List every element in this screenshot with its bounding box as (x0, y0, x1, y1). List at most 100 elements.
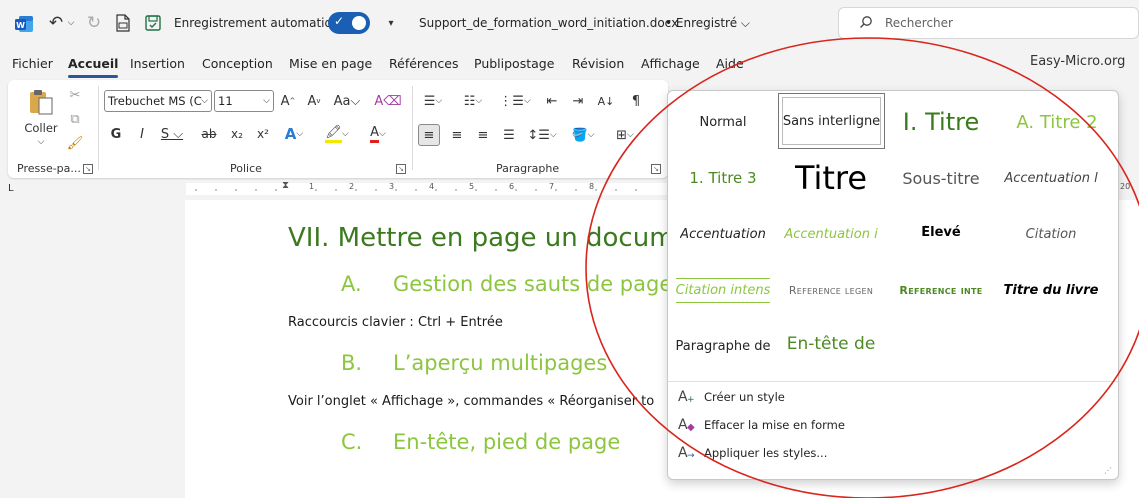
ruler-number: 2 (349, 182, 355, 191)
tab-revision[interactable]: Révision (572, 54, 624, 74)
underline-icon[interactable]: S ⌵ (160, 124, 184, 144)
command-label: Effacer la mise en forme (704, 418, 845, 432)
style-accentuation-legere[interactable]: Accentuation l (998, 151, 1104, 205)
section-number: A. (341, 272, 362, 296)
font-size-select[interactable]: 11 ⌵ (214, 90, 274, 112)
resize-grip-icon[interactable]: ⋰ (1104, 466, 1112, 475)
tab-accueil[interactable]: Accueil (68, 54, 119, 78)
search-box[interactable]: Rechercher (838, 7, 1139, 39)
line-spacing-icon[interactable]: ↕☰ ⌵ (526, 124, 558, 146)
heading-1[interactable]: VII. Mettre en page un docum (288, 223, 675, 253)
paste-button[interactable]: Coller (20, 120, 62, 136)
bold-icon[interactable]: G (108, 124, 124, 144)
paste-icon[interactable] (24, 86, 58, 118)
style-reference-legere[interactable]: Reference legen (778, 263, 884, 317)
subscript-icon[interactable]: x₂ (226, 124, 248, 144)
redo-icon[interactable]: ↻ (84, 12, 104, 34)
undo-dropdown-icon[interactable]: ⌵ (66, 14, 76, 32)
grow-font-icon[interactable]: A ^ (278, 91, 298, 111)
style-normal[interactable]: Normal (670, 95, 776, 149)
format-painter-icon[interactable]: 🖌 (66, 134, 84, 152)
style-label: Titre du livre (1003, 282, 1099, 298)
paragraph-launcher-icon[interactable]: ↘ (651, 164, 661, 174)
align-center-icon[interactable]: ≡ (446, 124, 468, 146)
copy-icon[interactable]: ⧉ (66, 110, 84, 128)
apply-styles-command[interactable]: A → Appliquer les styles... (678, 442, 827, 464)
tab-fichier[interactable]: Fichier (12, 54, 53, 74)
section-title: Gestion des sauts de page (393, 272, 673, 296)
paste-dropdown-icon[interactable]: ⌵ (34, 136, 48, 148)
style-titre-2[interactable]: A. Titre 2 (998, 95, 1116, 149)
tab-references[interactable]: Références (389, 54, 458, 74)
tab-affichage[interactable]: Affichage (641, 54, 700, 74)
style-titre[interactable]: Titre (778, 149, 884, 207)
increase-indent-icon[interactable]: ⇥ (568, 91, 588, 111)
undo-icon[interactable]: ↶ (46, 12, 66, 34)
show-formatting-icon[interactable]: ¶ (626, 91, 646, 111)
clear-formatting-command[interactable]: A ◆ Effacer la mise en forme (678, 414, 845, 436)
justify-icon[interactable]: ☰ (498, 124, 520, 146)
borders-icon[interactable]: ⊞ ⌵ (610, 124, 640, 146)
font-color-icon[interactable]: A ⌵ (362, 124, 394, 144)
style-en-tete-de-table[interactable]: En-tête de (778, 317, 884, 371)
style-accentuation[interactable]: Accentuation (670, 207, 776, 261)
tab-insertion[interactable]: Insertion (130, 54, 185, 74)
font-size-value: 11 (218, 94, 233, 108)
document-save-status[interactable]: • Enregistré ⌵ (665, 14, 750, 32)
heading-2-section-b[interactable]: B. L’aperçu multipages (341, 351, 607, 375)
heading-2-section-a[interactable]: A. Gestion des sauts de page (341, 272, 672, 296)
create-style-command[interactable]: A + Créer un style (678, 386, 785, 408)
style-paragraphe-de-liste[interactable]: Paragraphe de (670, 319, 776, 373)
autosave-toggle[interactable]: ✓ (328, 12, 370, 34)
save-as-pdf-icon[interactable] (114, 13, 132, 33)
align-right-icon[interactable]: ≡ (472, 124, 494, 146)
bullets-icon[interactable]: ☰ ⌵ (418, 91, 448, 111)
indent-marker-icon[interactable]: ⧗ (282, 180, 289, 191)
create-style-icon: A + (678, 389, 695, 405)
clipboard-launcher-icon[interactable]: ↘ (83, 164, 93, 174)
ruler-number: 4 (429, 182, 435, 191)
decrease-indent-icon[interactable]: ⇤ (542, 91, 562, 111)
style-eleve[interactable]: Élevé (888, 205, 994, 259)
shading-icon[interactable]: 🪣 ⌵ (568, 124, 598, 146)
change-case-icon[interactable]: Aa⌵ (332, 91, 362, 111)
style-titre-3[interactable]: 1. Titre 3 (670, 151, 776, 205)
shrink-font-icon[interactable]: Av (304, 91, 324, 111)
align-left-icon[interactable]: ≡ (418, 124, 440, 146)
customize-quick-access-icon[interactable]: ▾ (384, 14, 398, 32)
tab-publipostage[interactable]: Publipostage (474, 54, 554, 74)
font-name-select[interactable]: Trebuchet MS (C ⌵ (104, 90, 212, 112)
style-label: Citation (1025, 226, 1077, 242)
tab-aide[interactable]: Aide (716, 54, 744, 74)
style-citation[interactable]: Citation (998, 207, 1104, 261)
style-titre-du-livre[interactable]: Titre du livre (998, 263, 1104, 317)
style-label: Accentuation l (1004, 170, 1098, 186)
style-accentuation-intense[interactable]: Accentuation i (778, 207, 884, 261)
superscript-icon[interactable]: x² (252, 124, 274, 144)
tab-mise-en-page[interactable]: Mise en page (289, 54, 372, 74)
body-paragraph[interactable]: Raccourcis clavier : Ctrl + Entrée (288, 315, 503, 330)
numbering-icon[interactable]: ☷ ⌵ (458, 91, 488, 111)
style-label: Reference inte (899, 283, 983, 297)
tab-selector-icon[interactable]: L (8, 183, 14, 194)
text-effects-icon[interactable]: A ⌵ (278, 124, 310, 144)
save-icon[interactable] (143, 13, 163, 33)
style-sous-titre[interactable]: Sous-titre (888, 151, 994, 205)
tab-conception[interactable]: Conception (202, 54, 273, 74)
highlight-color-icon[interactable]: 🖍 ⌵ (320, 124, 354, 144)
body-paragraph[interactable]: Voir l’onglet « Affichage », commandes «… (288, 394, 654, 409)
font-launcher-icon[interactable]: ↘ (396, 164, 406, 174)
cut-icon[interactable]: ✂ (66, 86, 84, 104)
style-titre-1[interactable]: I. Titre (888, 95, 994, 149)
toggle-check-icon: ✓ (334, 14, 345, 28)
heading-2-section-c[interactable]: C. En-tête, pied de page (341, 430, 620, 454)
sort-icon[interactable]: A↓ (596, 91, 616, 111)
style-citation-intense[interactable]: Citation intens (670, 263, 776, 317)
clear-format-icon[interactable]: A⌫ (374, 91, 401, 111)
strikethrough-icon[interactable]: ab (198, 124, 220, 144)
multilevel-list-icon[interactable]: ⋮☰ ⌵ (499, 91, 530, 111)
style-sans-interligne[interactable]: Sans interligne (778, 93, 885, 149)
italic-icon[interactable]: I (134, 124, 150, 144)
style-reference-intense[interactable]: Reference inte (888, 263, 994, 317)
document-name[interactable]: Support_de_formation_word_initiation.doc… (419, 14, 678, 32)
